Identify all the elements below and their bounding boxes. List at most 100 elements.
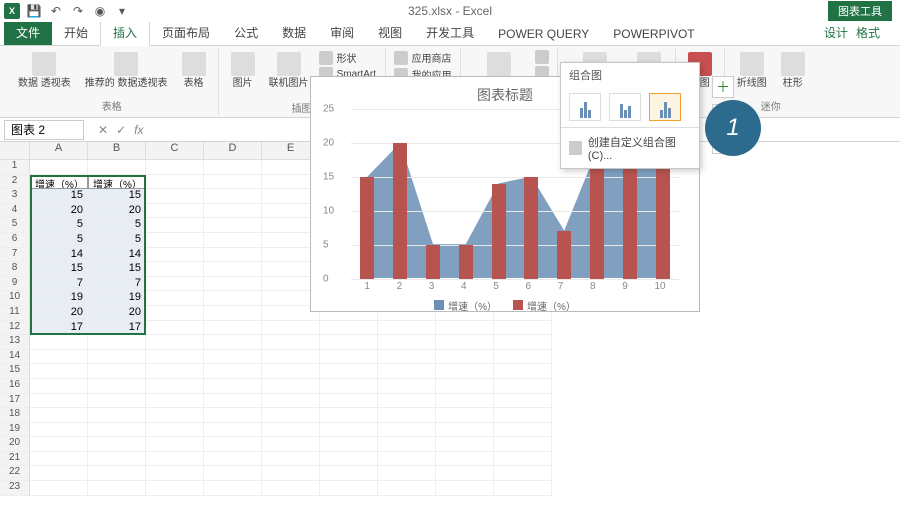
cell-D15[interactable] bbox=[204, 364, 262, 379]
tab-format[interactable]: 格式 bbox=[844, 20, 892, 45]
row-header-14[interactable]: 14 bbox=[0, 350, 30, 365]
cell-A17[interactable] bbox=[30, 394, 88, 409]
cell-H12[interactable] bbox=[436, 321, 494, 336]
cell-F21[interactable] bbox=[320, 452, 378, 467]
cell-B22[interactable] bbox=[88, 466, 146, 481]
cell-B21[interactable] bbox=[88, 452, 146, 467]
chart-bar[interactable] bbox=[459, 245, 473, 279]
cell-D1[interactable] bbox=[204, 160, 262, 175]
cell-C9[interactable] bbox=[146, 277, 204, 292]
chart-type-1-button[interactable] bbox=[535, 50, 549, 64]
cell-B7[interactable]: 14 bbox=[88, 248, 146, 263]
cell-H17[interactable] bbox=[436, 394, 494, 409]
tab-formula[interactable]: 公式 bbox=[222, 20, 270, 45]
cell-B19[interactable] bbox=[88, 423, 146, 438]
cell-B4[interactable]: 20 bbox=[88, 204, 146, 219]
col-header-D[interactable]: D bbox=[204, 142, 262, 160]
cell-B20[interactable] bbox=[88, 437, 146, 452]
row-header-12[interactable]: 12 bbox=[0, 321, 30, 336]
cell-F13[interactable] bbox=[320, 335, 378, 350]
row-header-13[interactable]: 13 bbox=[0, 335, 30, 350]
cell-A18[interactable] bbox=[30, 408, 88, 423]
row-header-16[interactable]: 16 bbox=[0, 379, 30, 394]
tab-file[interactable]: 文件 bbox=[4, 20, 52, 45]
cell-E20[interactable] bbox=[262, 437, 320, 452]
name-box[interactable] bbox=[4, 120, 84, 140]
cell-D12[interactable] bbox=[204, 321, 262, 336]
row-header-19[interactable]: 19 bbox=[0, 423, 30, 438]
cell-I21[interactable] bbox=[494, 452, 552, 467]
sparkline-line-button[interactable]: 折线图 bbox=[733, 50, 771, 92]
chart-bar[interactable] bbox=[524, 177, 538, 279]
cell-C20[interactable] bbox=[146, 437, 204, 452]
cell-B16[interactable] bbox=[88, 379, 146, 394]
cell-E15[interactable] bbox=[262, 364, 320, 379]
cell-H23[interactable] bbox=[436, 481, 494, 496]
cell-E16[interactable] bbox=[262, 379, 320, 394]
cell-E12[interactable] bbox=[262, 321, 320, 336]
row-header-11[interactable]: 11 bbox=[0, 306, 30, 321]
cell-A15[interactable] bbox=[30, 364, 88, 379]
combo-option-1[interactable] bbox=[569, 93, 601, 121]
enter-formula-icon[interactable]: ✓ bbox=[116, 123, 126, 137]
cell-A21[interactable] bbox=[30, 452, 88, 467]
row-header-7[interactable]: 7 bbox=[0, 248, 30, 263]
row-header-2[interactable]: 2 bbox=[0, 175, 30, 190]
cell-H19[interactable] bbox=[436, 423, 494, 438]
cell-C22[interactable] bbox=[146, 466, 204, 481]
cell-D2[interactable] bbox=[204, 175, 262, 190]
cell-D20[interactable] bbox=[204, 437, 262, 452]
cell-D23[interactable] bbox=[204, 481, 262, 496]
picture-button[interactable]: 图片 bbox=[227, 50, 259, 92]
cell-A2[interactable]: 增速（%） bbox=[30, 175, 88, 190]
cell-A4[interactable]: 20 bbox=[30, 204, 88, 219]
cell-G22[interactable] bbox=[378, 466, 436, 481]
row-header-15[interactable]: 15 bbox=[0, 364, 30, 379]
pivottable-button[interactable]: 数据 透视表 bbox=[14, 50, 75, 92]
combo-custom-button[interactable]: 创建自定义组合图(C)... bbox=[561, 127, 699, 168]
cell-D16[interactable] bbox=[204, 379, 262, 394]
cell-G15[interactable] bbox=[378, 364, 436, 379]
row-header-22[interactable]: 22 bbox=[0, 466, 30, 481]
cell-C1[interactable] bbox=[146, 160, 204, 175]
row-header-8[interactable]: 8 bbox=[0, 262, 30, 277]
cell-C10[interactable] bbox=[146, 291, 204, 306]
cell-B5[interactable]: 5 bbox=[88, 218, 146, 233]
cell-G20[interactable] bbox=[378, 437, 436, 452]
chart-bar[interactable] bbox=[393, 143, 407, 279]
cell-D8[interactable] bbox=[204, 262, 262, 277]
qat-undo-icon[interactable]: ↶ bbox=[48, 3, 64, 19]
cell-F20[interactable] bbox=[320, 437, 378, 452]
cell-A13[interactable] bbox=[30, 335, 88, 350]
tab-powerquery[interactable]: POWER QUERY bbox=[486, 23, 601, 45]
cell-D11[interactable] bbox=[204, 306, 262, 321]
cell-D21[interactable] bbox=[204, 452, 262, 467]
cell-F19[interactable] bbox=[320, 423, 378, 438]
cell-F14[interactable] bbox=[320, 350, 378, 365]
cell-F12[interactable] bbox=[320, 321, 378, 336]
cell-F17[interactable] bbox=[320, 394, 378, 409]
chart-bar[interactable] bbox=[656, 163, 670, 279]
cell-A14[interactable] bbox=[30, 350, 88, 365]
cell-A16[interactable] bbox=[30, 379, 88, 394]
cell-I12[interactable] bbox=[494, 321, 552, 336]
cell-G21[interactable] bbox=[378, 452, 436, 467]
row-header-1[interactable]: 1 bbox=[0, 160, 30, 175]
cell-B11[interactable]: 20 bbox=[88, 306, 146, 321]
cell-D10[interactable] bbox=[204, 291, 262, 306]
tab-home[interactable]: 开始 bbox=[52, 20, 100, 45]
cell-H14[interactable] bbox=[436, 350, 494, 365]
row-header-21[interactable]: 21 bbox=[0, 452, 30, 467]
row-header-18[interactable]: 18 bbox=[0, 408, 30, 423]
cell-B2[interactable]: 增速（%） bbox=[88, 175, 146, 190]
cell-C23[interactable] bbox=[146, 481, 204, 496]
cell-E22[interactable] bbox=[262, 466, 320, 481]
cell-E13[interactable] bbox=[262, 335, 320, 350]
cell-A20[interactable] bbox=[30, 437, 88, 452]
cell-H16[interactable] bbox=[436, 379, 494, 394]
cell-B3[interactable]: 15 bbox=[88, 189, 146, 204]
cell-A19[interactable] bbox=[30, 423, 88, 438]
row-header-6[interactable]: 6 bbox=[0, 233, 30, 248]
cell-F16[interactable] bbox=[320, 379, 378, 394]
chart-bar[interactable] bbox=[360, 177, 374, 279]
